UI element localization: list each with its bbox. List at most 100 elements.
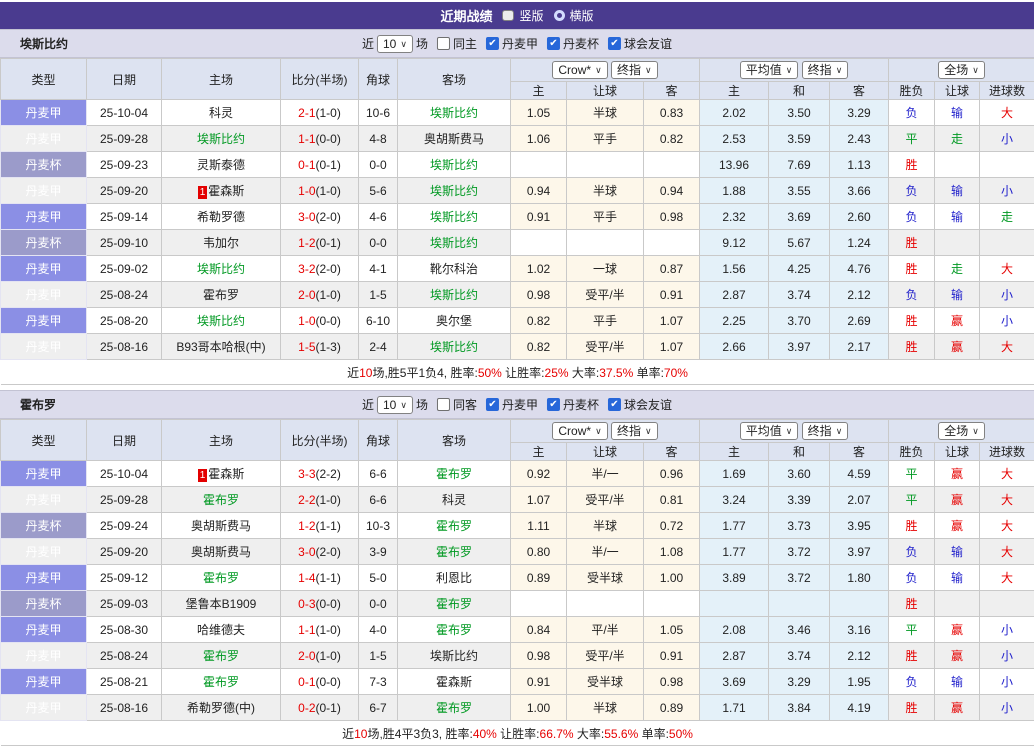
away-team-name[interactable]: 埃斯比约 bbox=[430, 236, 478, 250]
home-team-name[interactable]: 霍森斯 bbox=[208, 467, 244, 481]
home-team-cell: 奥胡斯费马 bbox=[162, 513, 281, 539]
league-label[interactable]: 丹麦甲 bbox=[502, 396, 538, 413]
cup-label[interactable]: 丹麦杯 bbox=[563, 35, 599, 52]
summary-text: 近10场,胜5平1负4, 胜率:50% 让胜率:25% 大率:37.5% 单率:… bbox=[1, 360, 1034, 385]
home-team-cell: 科灵 bbox=[162, 100, 281, 126]
date-cell: 25-08-20 bbox=[87, 308, 162, 334]
home-team-name[interactable]: 奥胡斯费马 bbox=[191, 519, 251, 533]
home-team-name[interactable]: 霍布罗 bbox=[203, 571, 239, 585]
handicap-line: 半球 bbox=[567, 695, 644, 721]
away-team-name[interactable]: 埃斯比约 bbox=[430, 649, 478, 663]
home-team-name[interactable]: 霍布罗 bbox=[203, 493, 239, 507]
home-team-name[interactable]: 奥胡斯费马 bbox=[191, 545, 251, 559]
home-team-name[interactable]: 霍布罗 bbox=[203, 649, 239, 663]
away-team-name[interactable]: 奥尔堡 bbox=[436, 314, 472, 328]
radio-unselected-icon[interactable] bbox=[554, 10, 565, 21]
away-team-cell: 奥胡斯费马 bbox=[398, 126, 511, 152]
away-team-name[interactable]: 埃斯比约 bbox=[430, 158, 478, 172]
same-venue-checkbox[interactable] bbox=[437, 37, 450, 50]
avg-stage-select[interactable]: 终指∨ bbox=[802, 422, 849, 440]
check-icon: ✔ bbox=[488, 37, 496, 50]
away-team-name[interactable]: 奥胡斯费马 bbox=[424, 132, 484, 146]
avg-away-odds: 4.76 bbox=[830, 256, 889, 282]
radio-selected-icon[interactable] bbox=[502, 10, 514, 21]
date-cell: 25-09-28 bbox=[87, 487, 162, 513]
cup-checkbox[interactable]: ✔ bbox=[547, 37, 560, 50]
recent-count-select[interactable]: 10∨ bbox=[377, 35, 413, 53]
same-venue-checkbox[interactable] bbox=[437, 398, 450, 411]
corner-cell: 1-5 bbox=[359, 643, 398, 669]
layout-option-vertical[interactable]: 竖版 bbox=[502, 7, 543, 24]
avg-stage-select[interactable]: 终指∨ bbox=[802, 61, 849, 79]
same-venue-label[interactable]: 同主 bbox=[453, 35, 477, 52]
avg-source-select[interactable]: 平均值∨ bbox=[740, 61, 799, 79]
team-name: 霍布罗 bbox=[20, 396, 56, 413]
away-team-name[interactable]: 霍布罗 bbox=[436, 623, 472, 637]
home-team-name[interactable]: B93哥本哈根(中) bbox=[176, 340, 265, 354]
cup-checkbox[interactable]: ✔ bbox=[547, 398, 560, 411]
chevron-down-icon: ∨ bbox=[645, 63, 652, 77]
away-team-name[interactable]: 利恩比 bbox=[436, 571, 472, 585]
col-goals: 进球数 bbox=[980, 443, 1034, 461]
away-team-name[interactable]: 科灵 bbox=[442, 493, 466, 507]
away-team-name[interactable]: 靴尔科治 bbox=[430, 262, 478, 276]
home-team-name[interactable]: 埃斯比约 bbox=[197, 314, 245, 328]
home-team-name[interactable]: 霍森斯 bbox=[208, 184, 244, 198]
home-team-name[interactable]: 灵斯泰德 bbox=[197, 158, 245, 172]
away-team-name[interactable]: 埃斯比约 bbox=[430, 288, 478, 302]
scope-select[interactable]: 全场∨ bbox=[938, 422, 985, 440]
layout-option-label[interactable]: 竖版 bbox=[519, 7, 543, 24]
league-checkbox[interactable]: ✔ bbox=[486, 398, 499, 411]
home-team-name[interactable]: 埃斯比约 bbox=[197, 262, 245, 276]
score-cell: 3-2(2-0) bbox=[281, 256, 359, 282]
odds-source-select[interactable]: Crow*∨ bbox=[552, 422, 607, 440]
away-team-name[interactable]: 霍布罗 bbox=[436, 597, 472, 611]
result-wdl: 胜 bbox=[889, 334, 935, 360]
away-team-name[interactable]: 埃斯比约 bbox=[430, 340, 478, 354]
away-team-name[interactable]: 霍布罗 bbox=[436, 701, 472, 715]
home-team-name[interactable]: 哈维德夫 bbox=[197, 623, 245, 637]
friendly-checkbox[interactable]: ✔ bbox=[608, 398, 621, 411]
friendly-label[interactable]: 球会友谊 bbox=[624, 396, 672, 413]
home-team-name[interactable]: 霍布罗 bbox=[203, 288, 239, 302]
avg-draw-odds: 3.59 bbox=[769, 126, 830, 152]
away-team-name[interactable]: 埃斯比约 bbox=[430, 184, 478, 198]
result-handicap: 输 bbox=[935, 204, 980, 230]
league-label[interactable]: 丹麦甲 bbox=[502, 35, 538, 52]
avg-home-odds: 1.69 bbox=[700, 461, 769, 487]
home-team-name[interactable]: 希勒罗德 bbox=[197, 210, 245, 224]
home-team-name[interactable]: 希勒罗德(中) bbox=[187, 701, 255, 715]
table-row: 丹麦杯 25-09-03 堡鲁本B1909 0-3(0-0) 0-0 霍布罗 胜 bbox=[1, 591, 1034, 617]
handicap-line: 平/半 bbox=[567, 617, 644, 643]
home-team-name[interactable]: 科灵 bbox=[209, 106, 233, 120]
odds-source-select[interactable]: Crow*∨ bbox=[552, 61, 607, 79]
home-team-name[interactable]: 堡鲁本B1909 bbox=[186, 597, 257, 611]
away-team-name[interactable]: 霍布罗 bbox=[436, 519, 472, 533]
recent-count-select[interactable]: 10∨ bbox=[377, 396, 413, 414]
home-team-name[interactable]: 埃斯比约 bbox=[197, 132, 245, 146]
layout-option-horizontal[interactable]: 横版 bbox=[554, 7, 594, 24]
friendly-checkbox[interactable]: ✔ bbox=[608, 37, 621, 50]
away-team-name[interactable]: 霍布罗 bbox=[436, 545, 472, 559]
league-checkbox[interactable]: ✔ bbox=[486, 37, 499, 50]
home-team-name[interactable]: 韦加尔 bbox=[203, 236, 239, 250]
layout-option-label[interactable]: 横版 bbox=[570, 7, 594, 24]
col-corner: 角球 bbox=[359, 59, 398, 100]
scope-select[interactable]: 全场∨ bbox=[938, 61, 985, 79]
cup-label[interactable]: 丹麦杯 bbox=[563, 396, 599, 413]
same-venue-label[interactable]: 同客 bbox=[453, 396, 477, 413]
avg-source-value: 平均值 bbox=[746, 424, 782, 438]
away-team-name[interactable]: 埃斯比约 bbox=[430, 106, 478, 120]
odds-stage-select[interactable]: 终指∨ bbox=[611, 61, 658, 79]
away-team-name[interactable]: 霍布罗 bbox=[436, 467, 472, 481]
home-team-cell: 哈维德夫 bbox=[162, 617, 281, 643]
away-team-name[interactable]: 埃斯比约 bbox=[430, 210, 478, 224]
avg-source-select[interactable]: 平均值∨ bbox=[740, 422, 799, 440]
away-team-cell: 霍布罗 bbox=[398, 617, 511, 643]
corner-cell: 10-6 bbox=[359, 100, 398, 126]
home-team-name[interactable]: 霍布罗 bbox=[203, 675, 239, 689]
away-team-name[interactable]: 霍森斯 bbox=[436, 675, 472, 689]
friendly-label[interactable]: 球会友谊 bbox=[624, 35, 672, 52]
handicap-away-odds: 0.98 bbox=[644, 669, 700, 695]
odds-stage-select[interactable]: 终指∨ bbox=[611, 422, 658, 440]
